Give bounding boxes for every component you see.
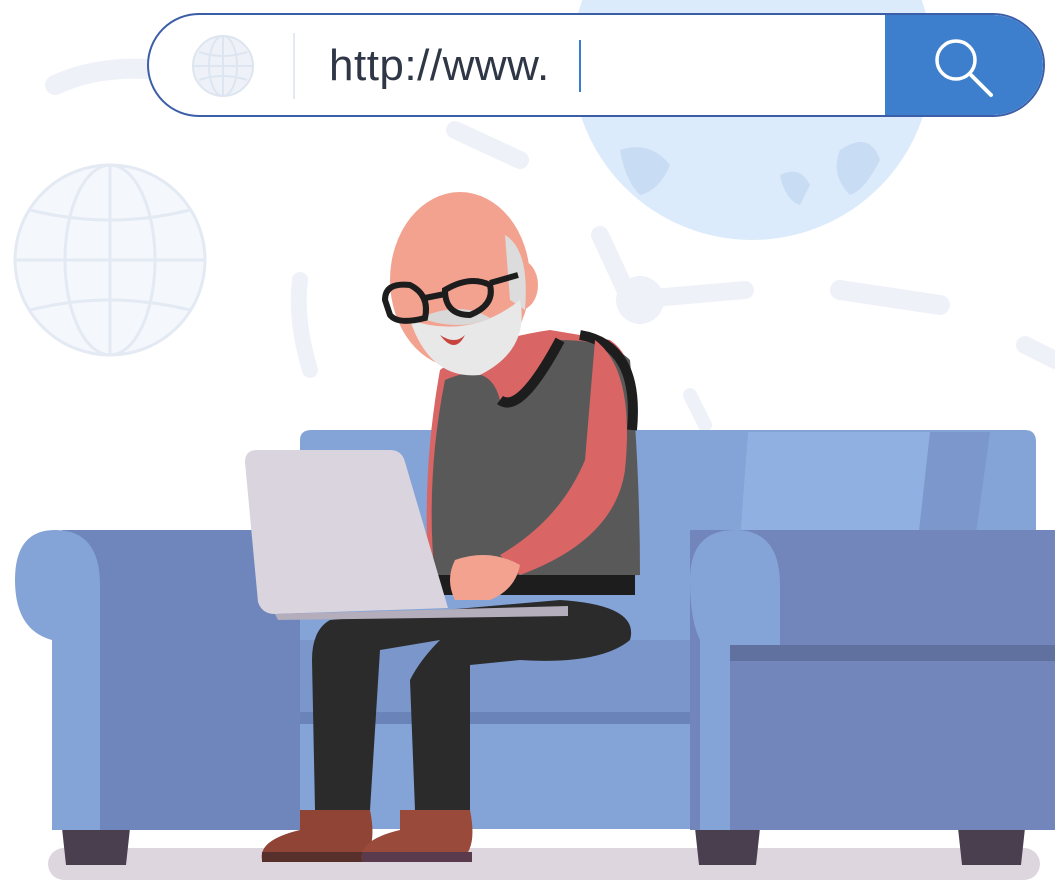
magnifier-icon: [935, 39, 993, 97]
text-caret: [579, 40, 581, 92]
floor-shadow: [48, 848, 1040, 880]
wireframe-globe: [13, 163, 207, 357]
globe-icon-graphic: [192, 35, 254, 97]
globe-icon[interactable]: [191, 34, 255, 98]
url-input[interactable]: [329, 37, 869, 95]
divider: [293, 33, 295, 99]
url-search-bar[interactable]: [147, 13, 1045, 117]
search-button[interactable]: [885, 15, 1043, 115]
illustration: [13, 0, 1055, 880]
